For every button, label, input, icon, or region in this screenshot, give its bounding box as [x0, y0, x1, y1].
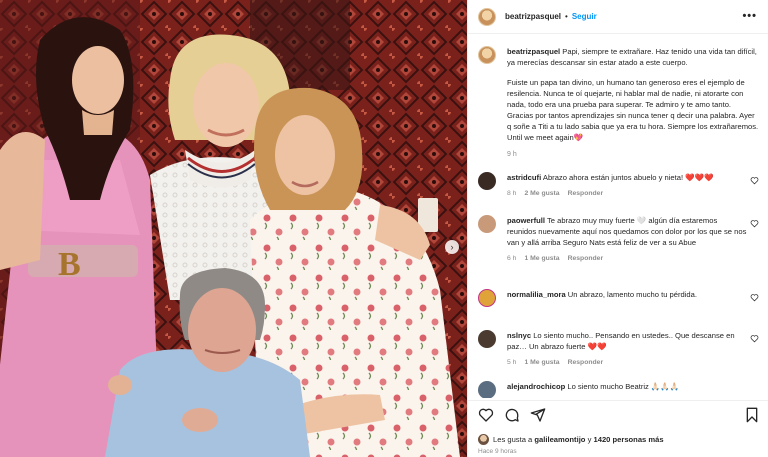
follow-button[interactable]: Seguir: [572, 12, 597, 21]
comment-text: Un abrazo, lamento mucho tu pérdida.: [567, 290, 697, 299]
like-heart-icon[interactable]: [478, 407, 494, 423]
comment-time[interactable]: 8 h: [507, 190, 516, 197]
reply-button[interactable]: Responder: [568, 255, 604, 262]
post-photo[interactable]: B ›: [0, 0, 467, 457]
likes-prefix: Les gusta a: [493, 435, 533, 444]
heart-outline-icon[interactable]: [750, 176, 759, 185]
comment-likes[interactable]: 1 Me gusta: [524, 359, 559, 366]
belt-monogram: B: [58, 246, 81, 283]
post-side-panel: beatrizpasquel • Seguir ••• beatrizpasqu…: [467, 0, 768, 457]
comment-time[interactable]: 5 h: [507, 359, 516, 366]
comment-text: Lo siento mucho Beatriz 🙏🏻🙏🏻🙏🏻: [567, 382, 680, 391]
comment-text: Abrazo ahora están juntos abuelo y nieta…: [542, 173, 714, 182]
commenter-username[interactable]: paowerfull: [507, 216, 545, 225]
commenter-avatar[interactable]: [478, 381, 496, 398]
comment-item: astridcufi Abrazo ahora están juntos abu…: [478, 172, 763, 199]
likes-count[interactable]: 1420 personas más: [594, 435, 664, 444]
reply-button[interactable]: Responder: [568, 190, 604, 197]
commenter-avatar[interactable]: [478, 289, 496, 307]
likes-summary[interactable]: Les gusta a galileamontijo y 1420 person…: [478, 434, 664, 445]
comment-text: Lo siento mucho.. Pensando en ustedes.. …: [507, 331, 735, 351]
save-bookmark-icon[interactable]: [744, 407, 760, 423]
commenter-username[interactable]: alejandrochicop: [507, 382, 565, 391]
commenter-username[interactable]: astridcufi: [507, 173, 541, 182]
family-photo-illustration: B: [0, 0, 467, 457]
post-caption: beatrizpasquel Papi, siempre te extrañar…: [478, 46, 763, 160]
post-timestamp[interactable]: Hace 9 horas: [478, 448, 517, 455]
reply-button[interactable]: Responder: [568, 359, 604, 366]
comment-item: paowerfull Te abrazo muy muy fuerte 🤍 al…: [478, 215, 763, 264]
commenter-username[interactable]: normalilia_mora: [507, 290, 566, 299]
commenter-username[interactable]: nslnyc: [507, 331, 531, 340]
commenter-avatar[interactable]: [478, 172, 496, 190]
comment-item: nslnyc Lo siento mucho.. Pensando en ust…: [478, 330, 763, 368]
next-photo-button[interactable]: ›: [445, 240, 459, 254]
author-avatar[interactable]: [478, 7, 496, 26]
comment-icon[interactable]: [504, 407, 520, 423]
comment-item: normalilia_mora Un abrazo, lamento mucho…: [478, 289, 763, 307]
comment-likes[interactable]: 1 Me gusta: [524, 255, 559, 262]
heart-outline-icon[interactable]: [750, 334, 759, 343]
header-separator: •: [565, 12, 568, 21]
share-icon[interactable]: [530, 407, 546, 423]
likes-conj: y: [587, 435, 592, 444]
caption-author-username[interactable]: beatrizpasquel: [507, 47, 560, 56]
caption-author-avatar[interactable]: [478, 46, 496, 64]
post-header: beatrizpasquel • Seguir •••: [468, 0, 768, 34]
post-actions-bar: Les gusta a galileamontijo y 1420 person…: [468, 400, 768, 457]
heart-outline-icon[interactable]: [750, 293, 759, 302]
commenter-avatar[interactable]: [478, 215, 496, 233]
post-modal: B › beatrizpasquel • Seguir ••• beatrizp…: [0, 0, 768, 457]
commenter-avatar[interactable]: [478, 330, 496, 348]
comment-likes[interactable]: 2 Me gusta: [524, 190, 559, 197]
comment-time[interactable]: 6 h: [507, 255, 516, 262]
caption-text-p2: Fuiste un papa tan divino, un humano tan…: [507, 78, 759, 142]
caption-timestamp[interactable]: 9 h: [507, 149, 759, 160]
comment-item: alejandrochicop Lo siento mucho Beatriz …: [478, 381, 763, 398]
liker-username[interactable]: galileamontijo: [534, 435, 585, 444]
author-username[interactable]: beatrizpasquel: [505, 12, 561, 21]
heart-outline-icon[interactable]: [750, 219, 759, 228]
comments-scroll-area[interactable]: beatrizpasquel Papi, siempre te extrañar…: [468, 40, 768, 398]
more-options-icon[interactable]: •••: [742, 10, 757, 22]
liker-avatar[interactable]: [478, 434, 489, 445]
